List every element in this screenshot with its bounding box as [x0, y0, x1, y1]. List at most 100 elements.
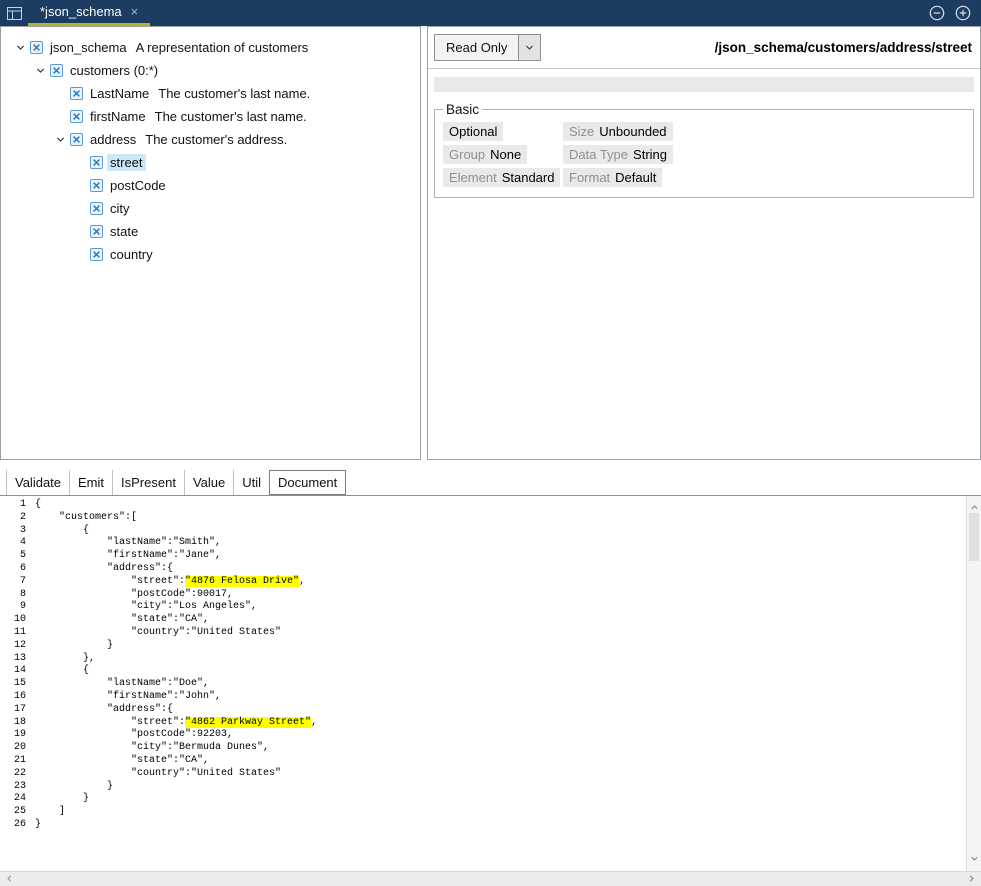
line-number: 1 [0, 499, 26, 512]
tab-emit[interactable]: Emit [69, 470, 112, 495]
tree-item-label[interactable]: firstName [87, 108, 149, 125]
element-icon [90, 248, 107, 261]
tree-item-label[interactable]: address [87, 131, 139, 148]
chevron-down-icon[interactable] [31, 65, 50, 76]
code-line: 7 "street":"4876 Felosa Drive", [0, 576, 966, 589]
line-number: 13 [0, 653, 26, 666]
property-optional: Optional [443, 122, 503, 141]
line-content: } [35, 819, 41, 830]
line-number: 22 [0, 768, 26, 781]
code-line: 19 "postCode":92203, [0, 729, 966, 742]
code-line: 4 "lastName":"Smith", [0, 537, 966, 550]
line-number: 20 [0, 742, 26, 755]
app-icon [0, 0, 28, 26]
line-content: "country":"United States" [35, 627, 281, 638]
basic-section-title: Basic [443, 102, 482, 117]
tree-item-address[interactable]: addressThe customer's address. [1, 128, 420, 151]
line-number: 17 [0, 704, 26, 717]
tab-util[interactable]: Util [233, 470, 269, 495]
scroll-left-icon[interactable] [5, 870, 14, 886]
line-content: "street":"4862 Parkway Street", [35, 717, 317, 728]
line-number: 5 [0, 550, 26, 563]
line-number: 12 [0, 640, 26, 653]
editor-tab[interactable]: *json_schema × [28, 0, 150, 26]
tree-item-state[interactable]: state [1, 220, 420, 243]
code-line: 14 { [0, 665, 966, 678]
line-content: } [35, 781, 113, 792]
scroll-down-icon[interactable] [970, 850, 979, 868]
tree-item-desc: The customer's last name. [155, 109, 307, 124]
vertical-scrollbar[interactable] [966, 496, 981, 871]
tree-item-label[interactable]: street [107, 154, 146, 171]
horizontal-scrollbar[interactable] [0, 871, 981, 886]
line-content: "country":"United States" [35, 768, 281, 779]
tab-validate[interactable]: Validate [6, 470, 69, 495]
line-content: "lastName":"Doe", [35, 678, 209, 689]
tree-item-country[interactable]: country [1, 243, 420, 266]
property-label: Element [449, 170, 497, 185]
tab-ispresent[interactable]: IsPresent [112, 470, 184, 495]
line-content: "firstName":"Jane", [35, 550, 221, 561]
code-line: 11 "country":"United States" [0, 627, 966, 640]
line-number: 21 [0, 755, 26, 768]
tree-item-customers-0[interactable]: customers (0:*) [1, 59, 420, 82]
line-number: 7 [0, 576, 26, 589]
line-number: 11 [0, 627, 26, 640]
tree-item-firstname[interactable]: firstName The customer's last name. [1, 105, 420, 128]
code-line: 16 "firstName":"John", [0, 691, 966, 704]
chevron-down-icon[interactable] [51, 134, 70, 145]
element-icon [50, 64, 67, 77]
chevron-down-icon[interactable] [11, 42, 30, 53]
code-line: 22 "country":"United States" [0, 768, 966, 781]
property-value: None [490, 147, 521, 162]
tree-item-lastname[interactable]: LastNameThe customer's last name. [1, 82, 420, 105]
highlighted-text: "4876 Felosa Drive" [185, 576, 299, 587]
line-content: }, [35, 653, 95, 664]
line-number: 4 [0, 537, 26, 550]
code-view[interactable]: 1{2 "customers":[3 {4 "lastName":"Smith"… [0, 496, 966, 871]
element-icon [30, 41, 47, 54]
line-content: } [35, 640, 113, 651]
tree-item-label[interactable]: json_schema [47, 39, 130, 56]
tree-item-label[interactable]: city [107, 200, 133, 217]
line-content: "address":{ [35, 563, 173, 574]
line-content: "firstName":"John", [35, 691, 221, 702]
property-value: Unbounded [599, 124, 666, 139]
tree-item-label[interactable]: country [107, 246, 156, 263]
code-line: 9 "city":"Los Angeles", [0, 601, 966, 614]
tab-document[interactable]: Document [269, 470, 346, 495]
tree-item-label[interactable]: LastName [87, 85, 152, 102]
document-editor: 1{2 "customers":[3 {4 "lastName":"Smith"… [0, 496, 981, 886]
line-content: { [35, 525, 89, 536]
chevron-down-icon[interactable] [518, 35, 540, 60]
line-number: 14 [0, 665, 26, 678]
maximize-icon[interactable] [955, 5, 971, 21]
breadcrumb-path: /json_schema/customers/address/street [715, 40, 974, 55]
line-number: 15 [0, 678, 26, 691]
tab-value[interactable]: Value [184, 470, 233, 495]
tree-item-json-schema[interactable]: json_schemaA representation of customers [1, 36, 420, 59]
tree-item-label[interactable]: state [107, 223, 141, 240]
line-number: 6 [0, 563, 26, 576]
code-line: 12 } [0, 640, 966, 653]
minimize-icon[interactable] [929, 5, 945, 21]
tree-item-city[interactable]: city [1, 197, 420, 220]
scroll-right-icon[interactable] [967, 870, 976, 886]
tree-item-label[interactable]: postCode [107, 177, 169, 194]
read-only-select[interactable]: Read Only [434, 34, 541, 61]
code-line: 2 "customers":[ [0, 512, 966, 525]
line-number: 23 [0, 781, 26, 794]
line-content: "postCode":90017, [35, 589, 233, 600]
schema-tree-panel: json_schemaA representation of customers… [0, 26, 421, 460]
property-value: String [633, 147, 667, 162]
line-content: "customers":[ [35, 512, 137, 523]
tree-item-postcode[interactable]: postCode [1, 174, 420, 197]
tree-item-label[interactable]: customers (0:*) [67, 62, 161, 79]
tree-item-street[interactable]: street [1, 151, 420, 174]
line-number: 8 [0, 589, 26, 602]
code-line: 6 "address":{ [0, 563, 966, 576]
property-value: Standard [502, 170, 555, 185]
tab-close-icon[interactable]: × [131, 4, 139, 19]
line-content: "lastName":"Smith", [35, 537, 221, 548]
scrollbar-thumb[interactable] [969, 513, 979, 561]
